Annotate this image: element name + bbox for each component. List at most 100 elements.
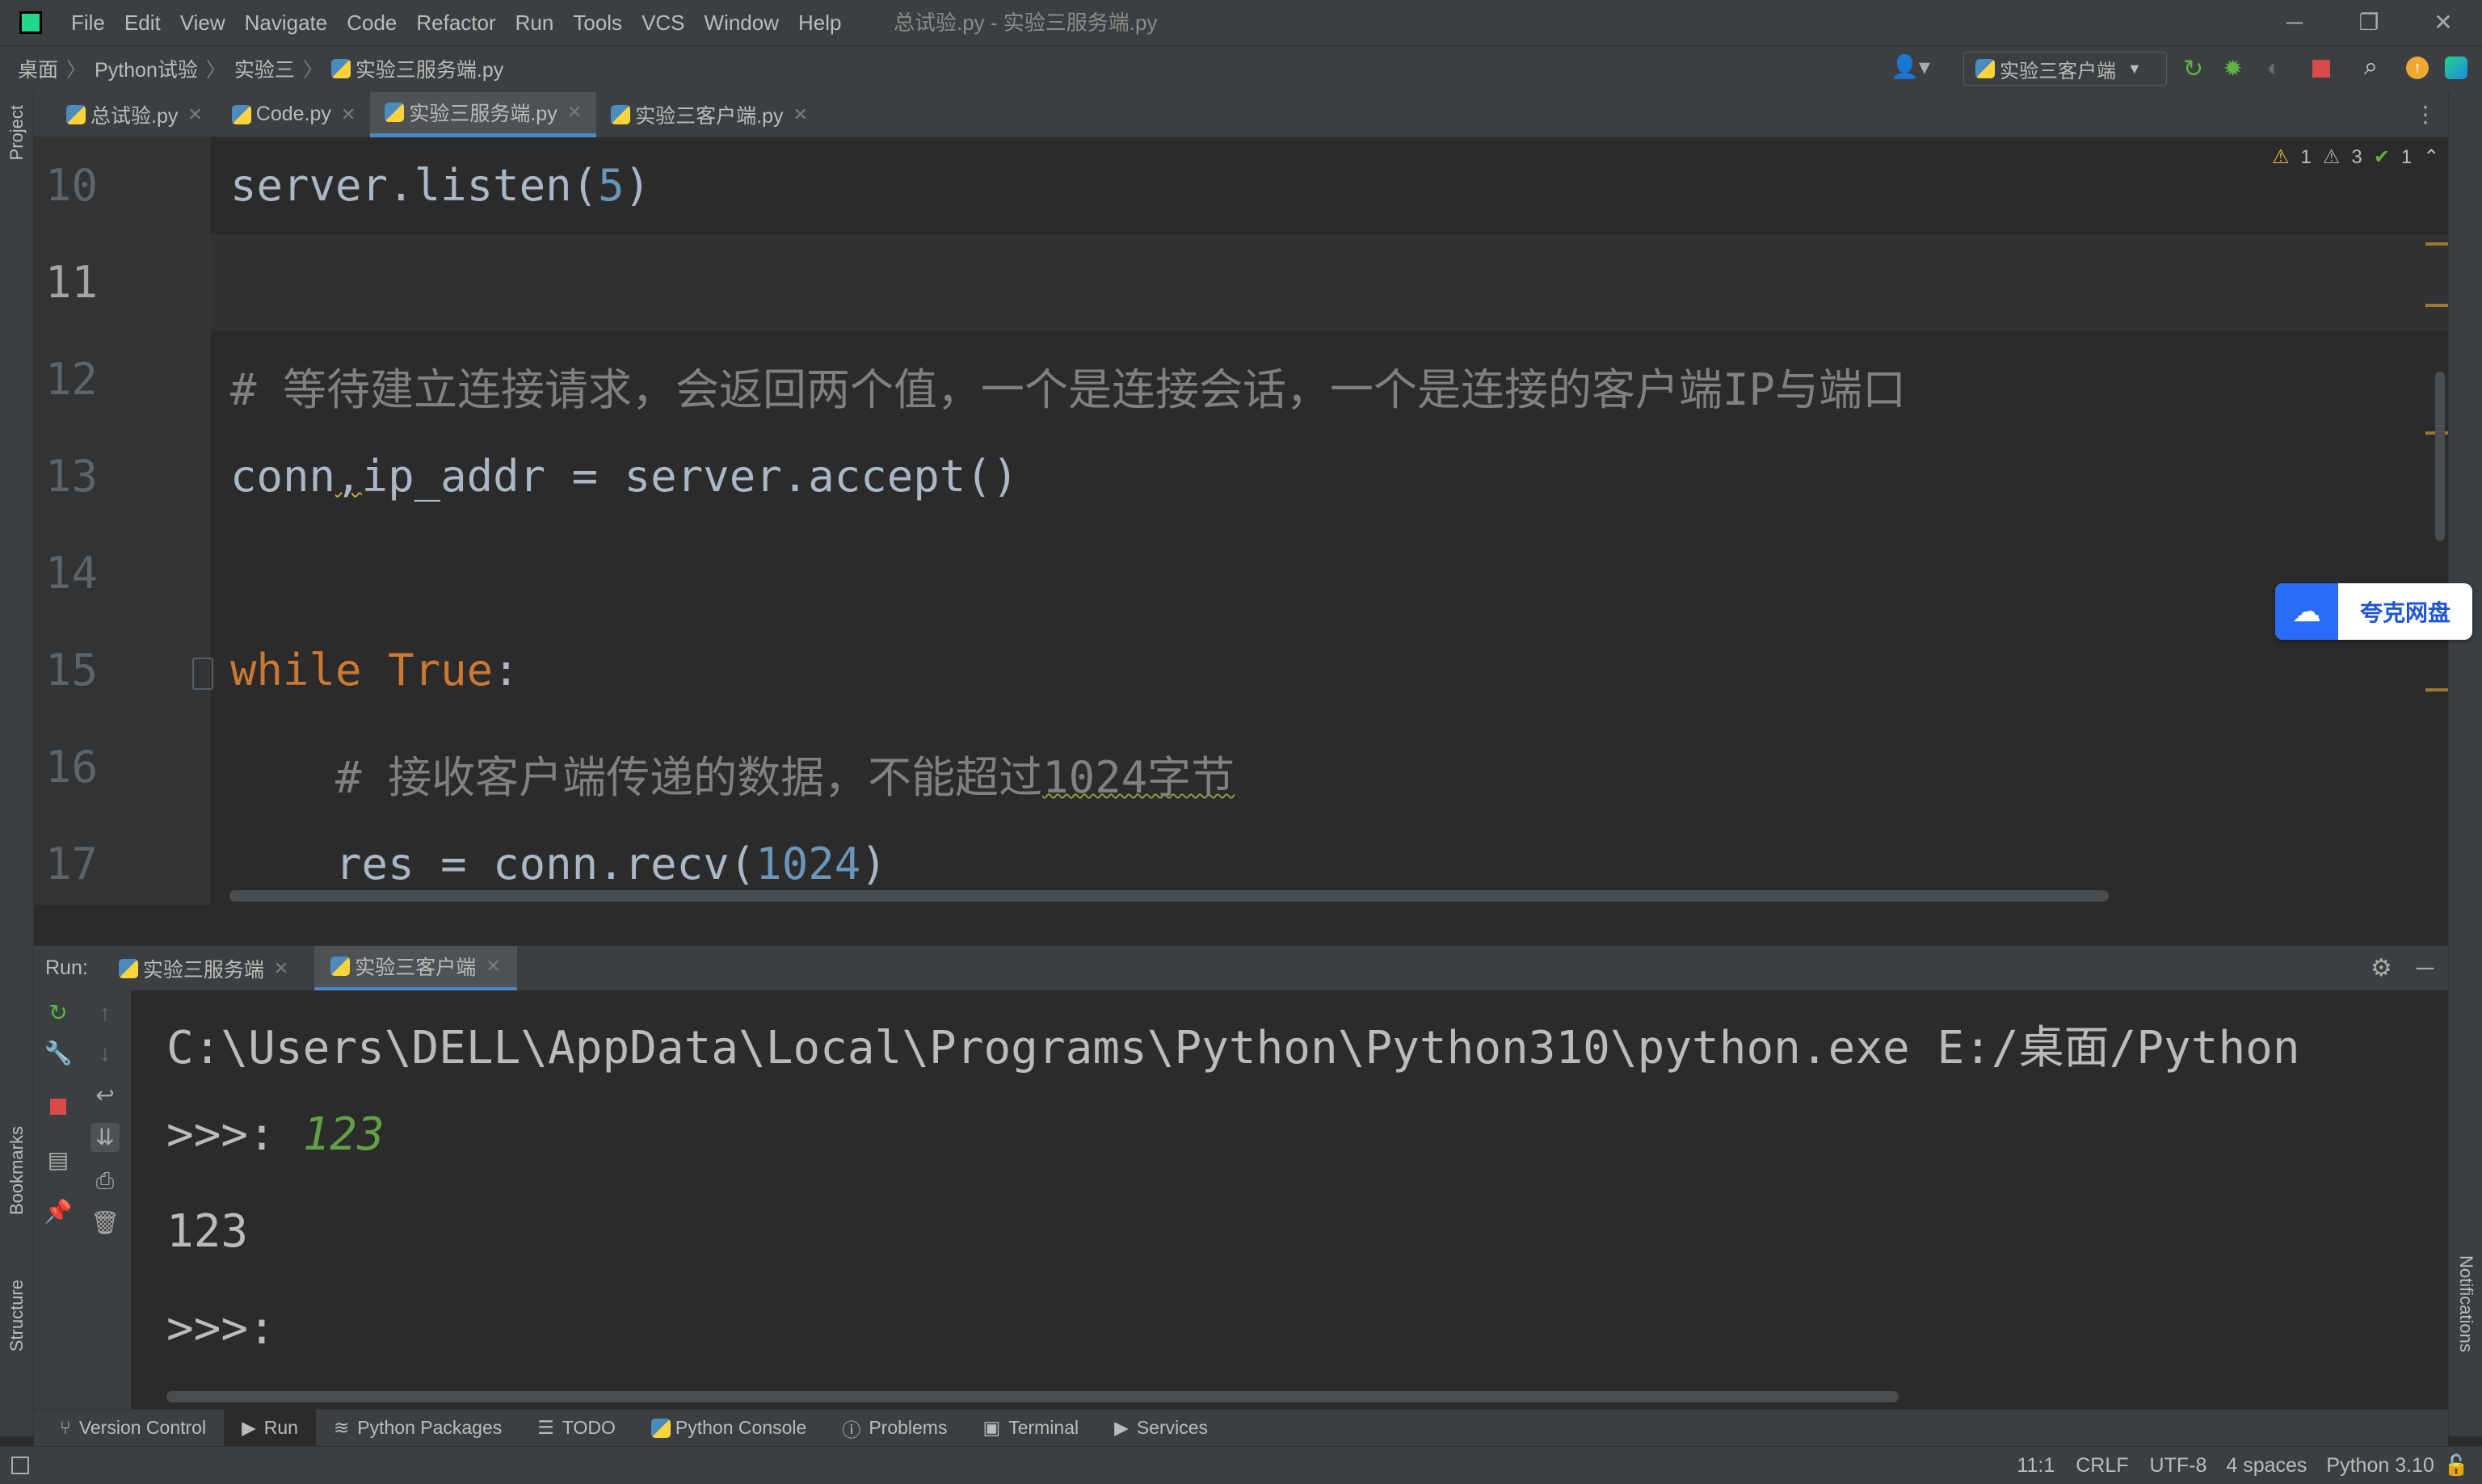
print-icon[interactable]: ⎙ [90,1167,120,1196]
close-icon[interactable]: ✕ [486,956,500,977]
tab-client[interactable]: 实验三客户端.py ✕ [596,92,822,137]
menu-view[interactable]: View [180,11,225,36]
search-icon[interactable]: ⌕ [2364,53,2378,81]
menu-tools[interactable]: Tools [573,11,622,36]
console-horizontal-scrollbar[interactable] [166,1391,1899,1402]
python-file-icon [231,104,251,124]
wrench-icon[interactable]: 🔧 [44,1039,73,1068]
user-icon[interactable]: 👤▾ [1891,53,1930,80]
menu-help[interactable]: Help [798,11,841,36]
editor-vertical-scrollbar[interactable] [2435,372,2445,541]
structure-tool-button[interactable]: Structure [6,1280,27,1352]
error-stripe-mark[interactable] [2425,304,2448,307]
tool-tab-run[interactable]: ▶ Run [224,1409,316,1447]
close-icon[interactable]: ✕ [341,104,355,125]
line-number: 15 [45,645,99,696]
tool-tab-label: Terminal [1008,1417,1079,1438]
arrow-up-icon[interactable]: ↑ [90,998,120,1028]
tool-tab-python-console[interactable]: Python Console [633,1410,824,1447]
tool-tab-problems[interactable]: ⓘ Problems [824,1410,965,1447]
soft-wrap-icon[interactable]: ↩ [90,1081,120,1110]
more-tabs-icon[interactable]: ⋮ [2414,101,2437,128]
close-icon[interactable]: ✕ [793,104,808,125]
fold-marker-icon[interactable] [192,658,213,690]
breadcrumb-item-file[interactable]: 实验三服务端.py [355,54,503,83]
arrow-down-icon[interactable]: ↓ [90,1039,120,1068]
close-icon[interactable]: ✕ [567,102,582,123]
close-icon[interactable]: ✕ [187,104,202,125]
notifications-tool-button[interactable]: Notifications [2455,1255,2476,1352]
indent-setting[interactable]: 4 spaces [2226,1454,2307,1478]
tool-tab-terminal[interactable]: ▣ Terminal [965,1410,1096,1447]
menu-refactor[interactable]: Refactor [416,11,495,36]
menu-code[interactable]: Code [347,11,397,36]
close-icon[interactable]: ✕ [274,958,288,979]
quark-cloud-widget[interactable]: ☁ 夸克网盘 [2275,583,2472,640]
stop-icon[interactable] [44,1092,73,1121]
line-separator[interactable]: CRLF [2076,1454,2128,1478]
tab-zongshiyan[interactable]: 总试验.py ✕ [52,92,217,137]
tab-code[interactable]: Code.py ✕ [217,92,371,137]
update-icon[interactable]: ↑ [2406,57,2429,79]
line-number: 10 [45,160,99,211]
coverage-icon[interactable]: ◐ [2267,55,2281,81]
breadcrumb-item-python-trial[interactable]: Python试验 [95,54,198,83]
status-bar: 11:1 CRLF UTF-8 4 spaces Python 3.10 🔓 [0,1446,2482,1484]
tool-tab-services[interactable]: ▶ Services [1096,1410,1226,1447]
toggle-tool-windows-icon[interactable] [11,1457,29,1474]
inspection-widget[interactable]: ⚠1 ⚠3 ✔1 ⌃ ⌄ [2272,145,2448,169]
breadcrumb-item-lab3[interactable]: 实验三 [234,54,295,83]
rerun-icon[interactable]: ↻ [44,998,73,1028]
trash-icon[interactable]: 🗑 [90,1209,120,1238]
run-console[interactable]: C:\Users\DELL\AppData\Local\Programs\Pyt… [131,990,2448,1409]
python-interpreter[interactable]: Python 3.10 [2326,1454,2434,1478]
jetbrains-icon[interactable] [2445,57,2467,79]
python-icon [650,1418,671,1438]
project-tool-button[interactable]: Project [6,105,27,160]
menu-edit[interactable]: Edit [124,11,161,36]
scroll-to-end-icon[interactable]: ⇊ [90,1123,120,1152]
python-file-icon [66,104,86,124]
menu-navigate[interactable]: Navigate [245,11,328,36]
menu-run[interactable]: Run [515,11,554,36]
tool-tab-todo[interactable]: ☰ TODO [520,1410,633,1447]
code-line-16: # 接收客户端传递的数据，不能超过1024字节 [230,752,1235,803]
caret-position[interactable]: 11:1 [2017,1454,2055,1478]
list-icon: ☰ [537,1417,554,1438]
menu-window[interactable]: Window [705,11,779,36]
debug-icon[interactable]: ✹ [2223,55,2242,82]
file-encoding[interactable]: UTF-8 [2150,1454,2207,1478]
line-number: 12 [45,354,99,405]
tool-tab-label: TODO [562,1417,616,1438]
run-configuration-select[interactable]: 实验三客户端 ▼ [1963,52,2167,86]
line-number: 11 [45,257,99,308]
chevron-up-icon[interactable]: ⌃ [2423,145,2439,169]
run-tab-server[interactable]: 实验三服务端 ✕ [109,946,298,991]
tab-server[interactable]: 实验三服务端.py ✕ [370,91,597,137]
tool-tab-python-packages[interactable]: ≋ Python Packages [316,1410,520,1447]
menu-file[interactable]: File [71,11,105,36]
layout-icon[interactable]: ▤ [44,1146,73,1175]
error-stripe-mark[interactable] [2425,242,2448,246]
tool-tab-version-control[interactable]: ⑂ Version Control [42,1410,224,1447]
minimize-button[interactable]: ─ [2257,0,2332,45]
breadcrumb-item-desktop[interactable]: 桌面 [18,54,58,83]
hide-panel-icon[interactable]: ─ [2417,955,2434,982]
close-window-button[interactable]: ✕ [2406,0,2480,45]
error-stripe-mark[interactable] [2425,688,2448,692]
lock-icon[interactable]: 🔓 [2444,1454,2469,1478]
restore-button[interactable]: ❐ [2332,0,2406,45]
pin-icon[interactable]: 📌 [44,1197,73,1226]
line-number: 13 [45,451,99,502]
line-number: 14 [45,548,99,599]
line-number: 17 [45,839,99,889]
editor-horizontal-scrollbar[interactable] [229,890,2109,902]
rerun-icon[interactable]: ↻ [2183,55,2203,83]
run-tab-client[interactable]: 实验三客户端 ✕ [314,945,517,991]
bookmarks-tool-button[interactable]: Bookmarks [6,1126,27,1215]
menu-bar: File Edit View Navigate Code Refactor Ru… [71,0,861,45]
code-editor[interactable]: 10 11 12 13 14 15 16 17 server.listen(5)… [34,137,2448,905]
stop-icon[interactable] [2312,60,2330,78]
gear-icon[interactable]: ⚙ [2371,954,2392,982]
menu-vcs[interactable]: VCS [642,11,684,36]
